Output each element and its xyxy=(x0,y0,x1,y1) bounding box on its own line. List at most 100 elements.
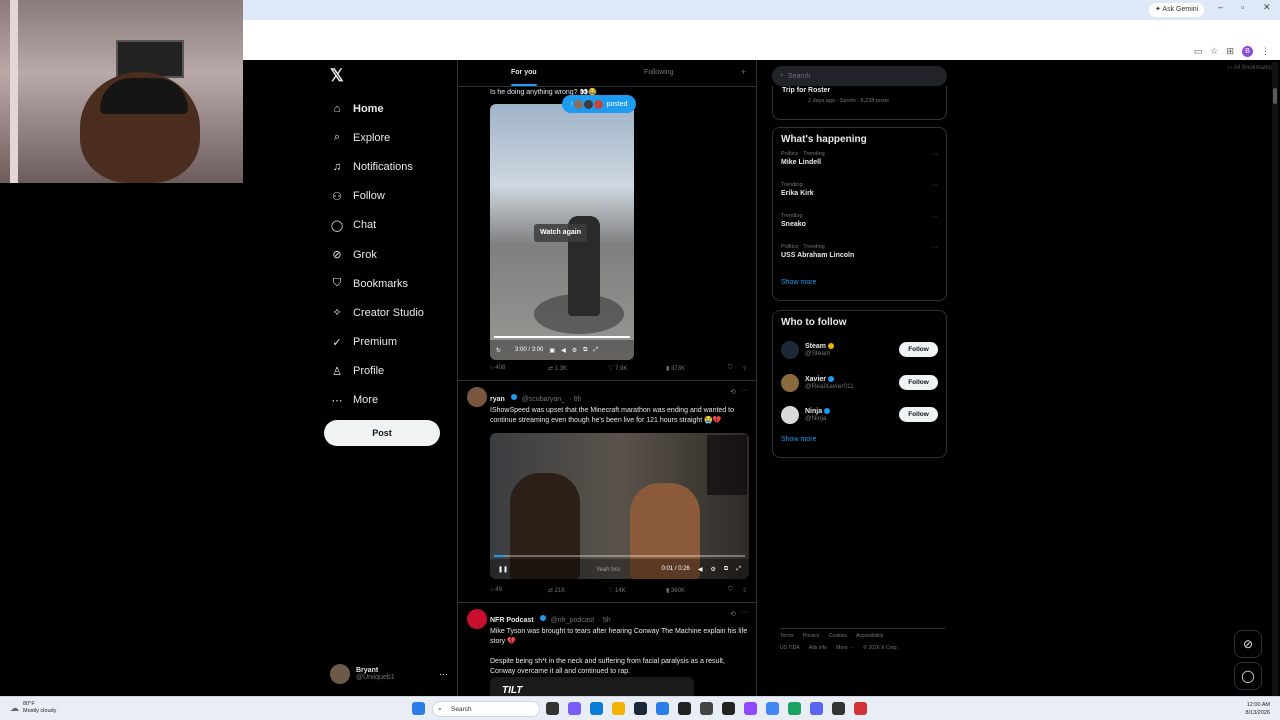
trend-item[interactable]: Politics · Trending USS Abraham Lincoln … xyxy=(773,244,946,275)
follow-button[interactable]: Follow xyxy=(899,407,938,422)
more-dots-icon[interactable]: ··· xyxy=(931,151,938,158)
post-button[interactable]: Post xyxy=(324,420,440,446)
more-dots-icon[interactable]: ··· xyxy=(741,609,748,616)
more-dots-icon[interactable]: ··· xyxy=(931,244,938,251)
grok-button[interactable]: ⊘ xyxy=(1234,630,1262,658)
nav-grok[interactable]: ⊘ Grok xyxy=(330,240,424,269)
repost-button[interactable]: ⇄ 216 xyxy=(548,587,608,594)
author-handle[interactable]: @nfr_podcast xyxy=(550,617,594,624)
share-icon[interactable]: ⇪ xyxy=(742,587,747,594)
more-dots-icon[interactable]: ··· xyxy=(931,182,938,189)
nav-home[interactable]: ⌂ Home xyxy=(330,94,424,123)
views-button[interactable]: ▮ 373K xyxy=(666,365,728,372)
discord-icon[interactable] xyxy=(810,702,823,715)
restore-icon[interactable]: ▫ xyxy=(1241,2,1244,12)
app-icon[interactable] xyxy=(700,702,713,715)
nav-profile[interactable]: ♙ Profile xyxy=(330,357,424,386)
grok-icon[interactable]: ⟲ xyxy=(730,388,736,396)
app-icon[interactable] xyxy=(832,702,845,715)
footer-link[interactable]: Accessibility xyxy=(856,633,883,639)
ask-gemini-button[interactable]: ✦ Ask Gemini xyxy=(1149,3,1205,17)
x-logo-icon[interactable]: 𝕏 xyxy=(330,66,344,86)
weather-widget[interactable]: ☁ 80°F Mostly cloudy xyxy=(10,701,56,715)
nav-explore[interactable]: ⌕ Explore xyxy=(330,123,424,152)
steam-icon[interactable] xyxy=(634,702,647,715)
taskbar-search[interactable]: ⌕ Search xyxy=(432,701,540,717)
trend-card[interactable]: Trip for Roster 2 days ago · Sports · 5,… xyxy=(772,86,947,120)
video-progress[interactable] xyxy=(494,555,745,557)
follow-suggestion[interactable]: Ninja @Ninja Follow xyxy=(773,399,946,432)
extensions-icon[interactable]: ⊞ xyxy=(1226,46,1234,57)
add-tab-icon[interactable]: + xyxy=(741,67,746,77)
tab-for-you[interactable]: For you xyxy=(511,69,537,76)
nav-follow[interactable]: ⚇ Follow xyxy=(330,182,424,211)
share-icon[interactable]: ⇪ xyxy=(742,365,747,372)
more-dots-icon[interactable]: ··· xyxy=(931,213,938,220)
menu-icon[interactable]: ⋮ xyxy=(1261,46,1270,57)
cast-icon[interactable]: ▭ xyxy=(1194,46,1203,57)
follow-suggestion[interactable]: Xavier @RealXavier011 Follow xyxy=(773,367,946,400)
app-icon[interactable] xyxy=(722,702,735,715)
app-icon[interactable] xyxy=(568,702,581,715)
footer-link[interactable]: Terms xyxy=(780,633,794,639)
grok-icon[interactable]: ⟲ xyxy=(730,610,736,618)
nav-more[interactable]: ⋯ More xyxy=(330,386,424,415)
chrome-icon[interactable] xyxy=(766,702,779,715)
trend-item[interactable]: Politics · Trending Mike Lindell ··· xyxy=(773,151,946,182)
follow-button[interactable]: Follow xyxy=(899,374,938,390)
footer-link[interactable]: US TIDA xyxy=(780,645,800,651)
follow-suggestion[interactable]: Steam @Steam Follow xyxy=(773,334,946,367)
pip-icon[interactable]: ⧉ xyxy=(583,347,587,354)
task-view-icon[interactable] xyxy=(546,702,559,715)
like-button[interactable]: ♡ 14K xyxy=(608,587,666,594)
more-dots-icon[interactable]: ··· xyxy=(439,669,448,679)
search-input[interactable]: ⌕ Search xyxy=(772,66,947,86)
tweet-video[interactable]: Yeah bro ❚❚ 0:01 / 0:26 ◀ ⚙ ⧉ ⤢ xyxy=(490,433,749,579)
footer-link[interactable]: Cookies xyxy=(829,633,847,639)
tweet-video[interactable]: Watch again ↻ 3:00 / 3:00 ▣ ◀ ⚙ ⧉ ⤢ xyxy=(490,104,634,360)
footer-link[interactable]: More ··· xyxy=(836,645,854,651)
app-icon[interactable] xyxy=(678,702,691,715)
replay-icon[interactable]: ↻ xyxy=(496,347,501,354)
account-switcher[interactable]: Bryant @Uniiqueb1 ··· xyxy=(330,662,448,686)
app-icon[interactable] xyxy=(656,702,669,715)
settings-icon[interactable]: ⚙ xyxy=(572,347,577,354)
pip-icon[interactable]: ⧉ xyxy=(724,566,728,573)
trend-item[interactable]: Trending Erika Kirk ··· xyxy=(773,182,946,213)
more-dots-icon[interactable]: ··· xyxy=(741,387,748,394)
scrollbar-thumb[interactable] xyxy=(1273,88,1277,104)
reply-button[interactable]: ○ 49 xyxy=(490,587,548,594)
like-button[interactable]: ♡ 7.9K xyxy=(608,365,666,372)
settings-icon[interactable]: ⚙ xyxy=(711,566,716,573)
app-icon[interactable] xyxy=(854,702,867,715)
tab-following[interactable]: Following xyxy=(644,69,674,76)
nav-chat[interactable]: ◯ Chat xyxy=(330,211,424,240)
views-button[interactable]: ▮ 360K xyxy=(666,587,728,594)
pause-icon[interactable]: ❚❚ xyxy=(498,566,508,573)
author-name[interactable]: ryan xyxy=(490,396,505,403)
trend-item[interactable]: Trending Sneako ··· xyxy=(773,213,946,244)
edge-icon[interactable] xyxy=(590,702,603,715)
bookmark-icon[interactable]: ⛉ xyxy=(728,587,742,594)
messages-button[interactable]: ◯ xyxy=(1234,662,1262,690)
repost-button[interactable]: ⇄ 1.3K xyxy=(548,365,608,372)
all-bookmarks-link[interactable]: ▭ All Bookmarks xyxy=(1227,64,1272,71)
fullscreen-icon[interactable]: ⤢ xyxy=(736,566,741,573)
app-icon[interactable] xyxy=(788,702,801,715)
author-handle[interactable]: @scubaryan_ xyxy=(522,396,565,403)
minimize-icon[interactable]: – xyxy=(1218,2,1223,12)
footer-link[interactable]: Ads info xyxy=(809,645,827,651)
system-clock[interactable]: 12:00 AM 8/13/2026 xyxy=(1246,701,1270,717)
reply-button[interactable]: ○ 408 xyxy=(490,365,548,372)
star-icon[interactable]: ☆ xyxy=(1210,46,1218,57)
windows-start-icon[interactable] xyxy=(412,702,425,715)
footer-link[interactable]: Privacy xyxy=(803,633,819,639)
mute-icon[interactable]: ◀ xyxy=(698,566,703,573)
bookmark-icon[interactable]: ⛉ xyxy=(728,365,742,372)
video-progress[interactable] xyxy=(494,336,630,338)
avatar[interactable] xyxy=(467,609,487,629)
file-explorer-icon[interactable] xyxy=(612,702,625,715)
show-more-link[interactable]: Show more xyxy=(773,432,946,451)
tweet-media[interactable]: TILT xyxy=(490,677,694,696)
twitch-icon[interactable] xyxy=(744,702,757,715)
